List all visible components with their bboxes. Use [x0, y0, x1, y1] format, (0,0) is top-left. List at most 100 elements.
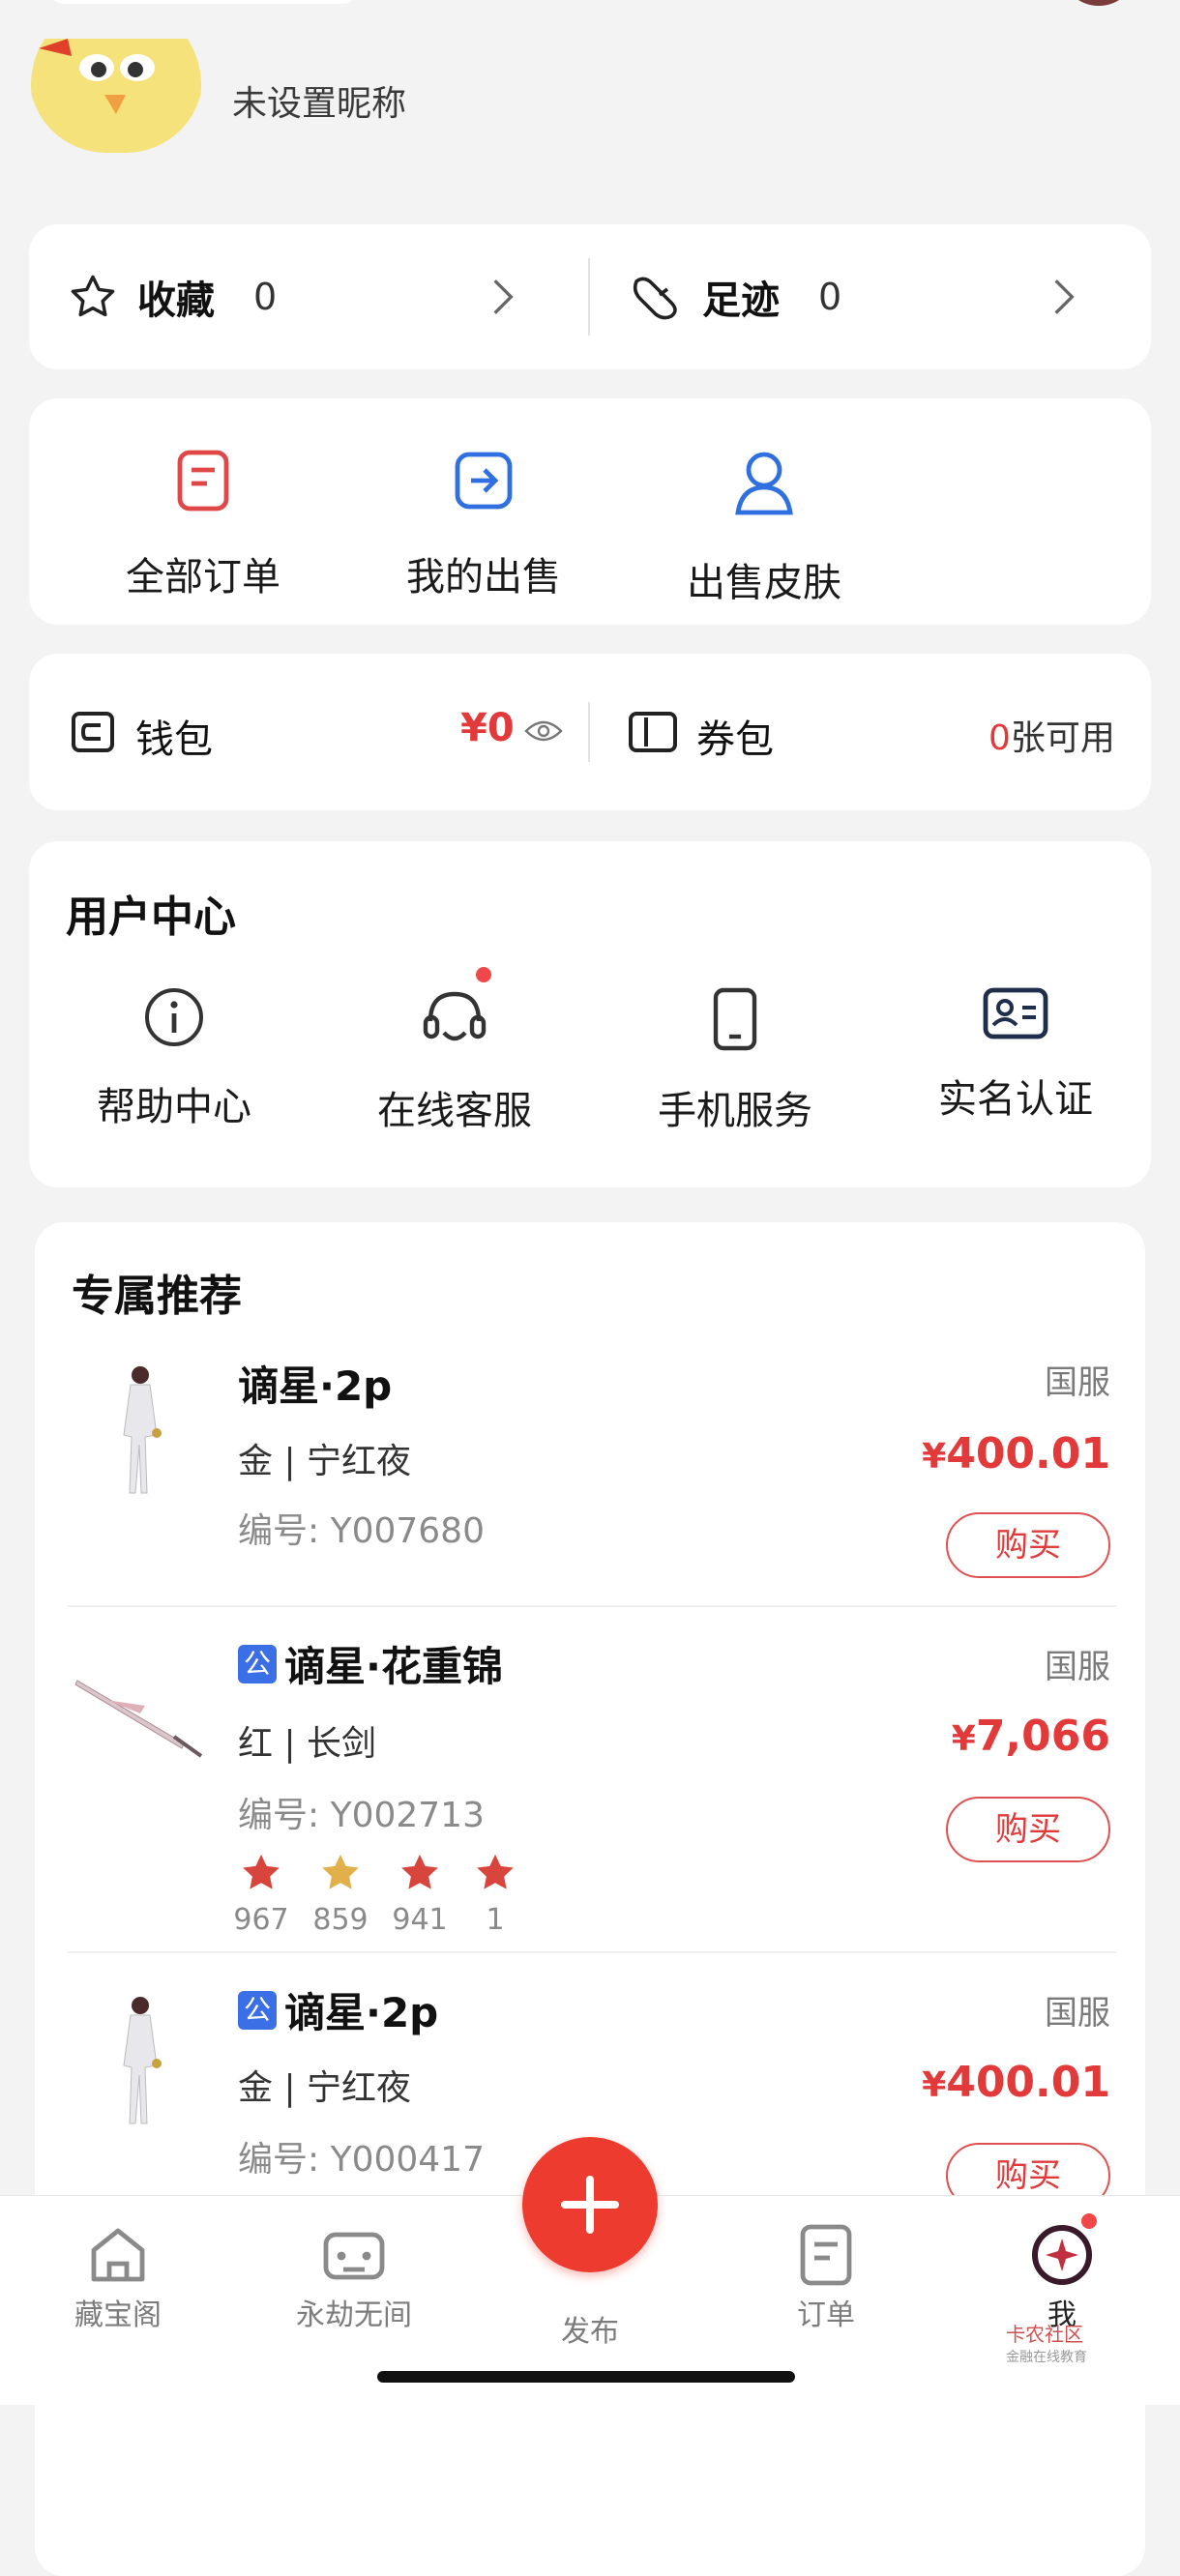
item-price: ¥400.01: [922, 2058, 1110, 2107]
tab-label: 订单: [797, 2298, 855, 2332]
order-list-icon: [177, 450, 229, 512]
real-name-auth-button[interactable]: 实名认证: [900, 986, 1132, 1124]
my-sales-label: 我的出售: [406, 555, 561, 600]
online-service-label: 在线客服: [377, 1089, 532, 1133]
tab-orders[interactable]: 订单: [739, 2223, 913, 2333]
all-orders-label: 全部订单: [126, 555, 280, 600]
help-center-button[interactable]: 帮助中心: [58, 986, 290, 1131]
nickname[interactable]: 未设置昵称: [232, 75, 406, 126]
top-search-pill: [48, 0, 358, 4]
buy-button[interactable]: 购买: [946, 1797, 1110, 1862]
home-indicator: [377, 2371, 795, 2383]
watermark: 卡农社区金融在线教育: [1006, 2319, 1087, 2366]
coupon-suffix: 张可用: [1010, 718, 1115, 758]
orders-card: 全部订单 我的出售 出售皮肤: [29, 398, 1151, 625]
notification-dot: [476, 967, 491, 982]
item-price: ¥400.01: [922, 1429, 1110, 1478]
collect-entry[interactable]: 收藏 0: [68, 224, 277, 369]
all-orders-button[interactable]: 全部订单: [97, 449, 310, 601]
gamepad-icon: [323, 2232, 385, 2280]
notification-dot: [1081, 2213, 1097, 2229]
footprint-label: 足迹: [702, 278, 780, 323]
coupon-count: 0: [988, 718, 1011, 758]
publish-label: 发布: [561, 2315, 619, 2349]
price-currency: ¥: [922, 2065, 947, 2105]
star-count: 967: [233, 1903, 289, 1937]
footprint-icon: [633, 277, 677, 320]
wallet-card: 钱包 ¥0 券包 0张可用: [29, 654, 1151, 810]
phone-service-label: 手机服务: [658, 1089, 812, 1133]
star-outline-icon: [71, 275, 115, 317]
favorites-card: 收藏 0 足迹 0: [29, 224, 1151, 369]
list-item[interactable]: 谪星·2p 金 | 宁红夜 编号: Y007680 国服 ¥400.01 购买: [35, 1348, 1145, 1619]
info-icon: [145, 988, 203, 1046]
buy-button[interactable]: 购买: [946, 1512, 1110, 1578]
chevron-right-icon[interactable]: [484, 273, 522, 321]
price-currency: ¥: [951, 1719, 976, 1759]
item-name-row: 公 谪星·2p: [238, 1980, 438, 2039]
recommend-title: 专属推荐: [72, 1272, 242, 1321]
tab-home[interactable]: 藏宝阁: [31, 2223, 205, 2333]
skin-figure-image: [123, 1366, 162, 1494]
avatar[interactable]: [29, 39, 203, 153]
tab-game[interactable]: 永劫无间: [267, 2223, 441, 2333]
list-item[interactable]: 公 谪星·花重锦 红 | 长剑 编号: Y002713 967 859 941 …: [35, 1632, 1145, 1961]
phone-service-button[interactable]: 手机服务: [619, 986, 851, 1135]
profile-star-icon: [1032, 2225, 1092, 2285]
user-center-title: 用户中心: [66, 893, 236, 942]
coupon-available[interactable]: 0张可用: [988, 710, 1115, 760]
star-rating: 1: [457, 1853, 534, 1937]
item-name-row: 公 谪星·花重锦: [238, 1634, 503, 1693]
divider: [68, 1605, 1116, 1607]
publish-button[interactable]: [522, 2137, 658, 2272]
star-count: 1: [486, 1903, 505, 1937]
wallet-amount: ¥0: [460, 706, 515, 750]
price-value: 400.01: [946, 1429, 1110, 1478]
star-count: 859: [312, 1903, 369, 1937]
gold-star-icon: [322, 1854, 359, 1889]
wallet-label[interactable]: 钱包: [135, 708, 213, 764]
sell-skin-button[interactable]: 出售皮肤: [658, 449, 870, 607]
item-server: 国服: [1045, 1994, 1110, 2033]
headset-icon: [423, 991, 487, 1041]
price-value: 400.01: [946, 2058, 1110, 2107]
item-price: ¥7,066: [952, 1712, 1110, 1761]
eye-icon[interactable]: [524, 717, 563, 745]
phone-icon: [713, 987, 757, 1051]
coupon-label[interactable]: 券包: [696, 708, 774, 764]
tab-me[interactable]: 我: [975, 2223, 1149, 2333]
price-currency: ¥: [922, 1437, 947, 1477]
top-right-avatar[interactable]: [1060, 0, 1137, 6]
item-code: 编号: Y000417: [238, 2140, 485, 2180]
help-center-label: 帮助中心: [97, 1085, 251, 1129]
star-rating: 859: [302, 1853, 379, 1937]
item-name: 谪星·花重锦: [284, 1643, 503, 1690]
watermark-text: 卡农社区: [1006, 2323, 1083, 2346]
divider: [588, 702, 590, 762]
sell-skin-label: 出售皮肤: [687, 561, 841, 605]
sword-image: [74, 1680, 203, 1758]
chevron-right-icon[interactable]: [1045, 273, 1083, 321]
watermark-sub: 金融在线教育: [1006, 2350, 1087, 2365]
price-value: 7,066: [975, 1712, 1110, 1761]
item-code: 编号: Y007680: [238, 1511, 485, 1551]
user-center-card: 用户中心 帮助中心 在线客服 手机服务 实名认证: [29, 841, 1151, 1187]
id-card-icon: [983, 987, 1048, 1039]
skin-figure-image: [123, 1997, 162, 2124]
item-name: 谪星·2p: [284, 1989, 439, 2036]
sell-arrow-icon: [455, 452, 513, 510]
star-rating: 967: [222, 1853, 300, 1937]
collect-count: 0: [253, 276, 278, 318]
red-star-icon: [477, 1854, 514, 1889]
order-doc-icon: [800, 2224, 852, 2286]
star-count: 941: [392, 1903, 448, 1937]
online-service-button[interactable]: 在线客服: [339, 986, 571, 1135]
footprint-entry[interactable]: 足迹 0: [629, 224, 841, 369]
tab-label: 藏宝阁: [74, 2298, 162, 2332]
red-star-icon: [401, 1854, 438, 1889]
real-name-auth-label: 实名认证: [938, 1077, 1093, 1122]
my-sales-button[interactable]: 我的出售: [377, 449, 590, 601]
footprint-count: 0: [818, 276, 842, 318]
item-sub: 红 | 长剑: [238, 1724, 377, 1764]
item-name: 谪星·2p: [238, 1362, 393, 1410]
